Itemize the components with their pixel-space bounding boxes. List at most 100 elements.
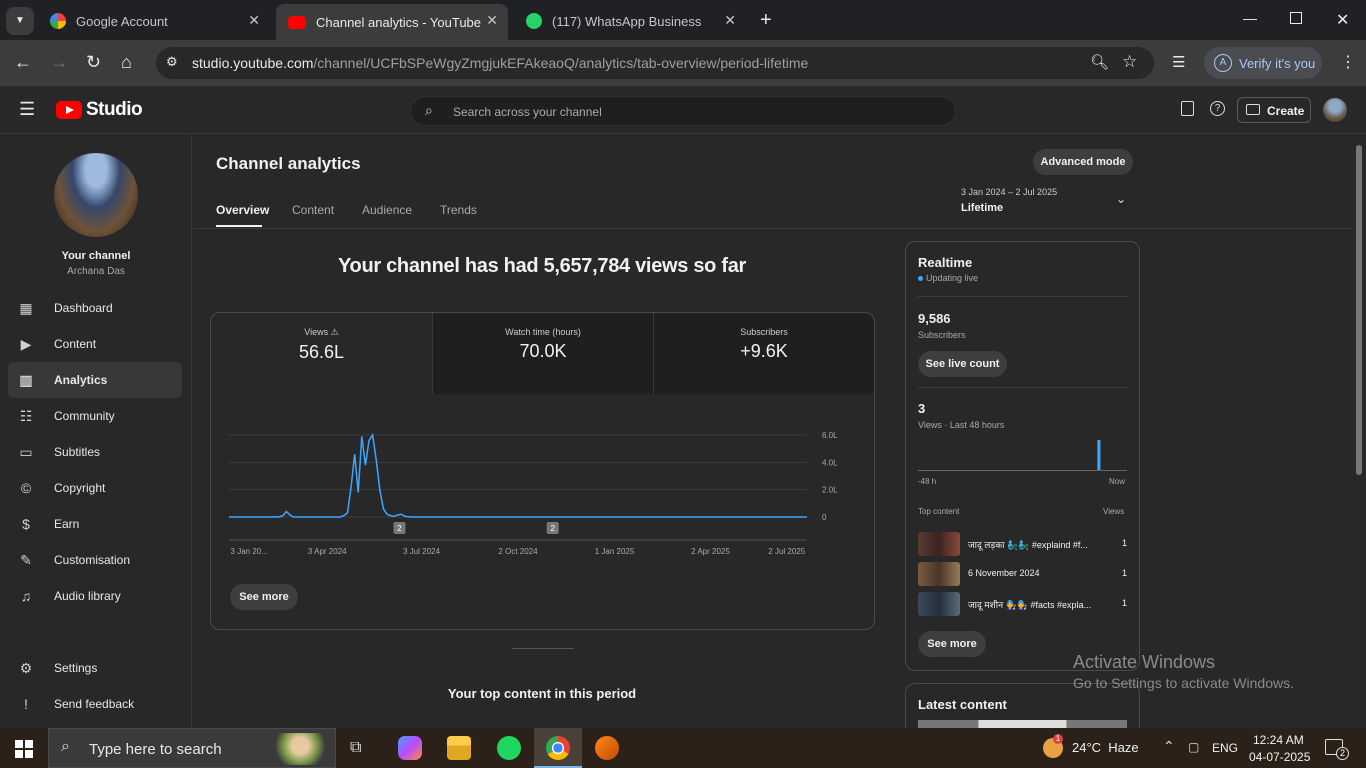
create-label: Create [1267, 104, 1305, 118]
messages-icon[interactable] [1181, 101, 1194, 116]
live-status: Updating live [918, 273, 978, 283]
tab-overview[interactable]: Overview [216, 203, 269, 217]
realtime-views-bar-chart[interactable] [918, 435, 1127, 471]
close-icon[interactable]: ✕ [724, 12, 736, 29]
weather-text[interactable]: 24°C Haze [1072, 740, 1139, 755]
clock-time[interactable]: 12:24 AM [1253, 733, 1304, 747]
studio-logo[interactable]: Studio [56, 99, 143, 120]
sidebar-item-community[interactable]: ☷ Community [8, 398, 182, 434]
video-title: 6 November 2024 [968, 568, 1040, 578]
sidebar-item-copyright[interactable]: © Copyright [8, 470, 182, 506]
window-close-icon[interactable]: ✕ [1336, 10, 1349, 30]
divider [918, 296, 1127, 297]
realtime-see-more-button[interactable]: See more [918, 631, 986, 657]
sidebar-item-customisation[interactable]: ✎ Customisation [8, 542, 182, 578]
analytics-icon: ▥ [19, 371, 33, 388]
file-explorer-icon[interactable] [447, 736, 471, 760]
sidebar-item-content[interactable]: ▶ Content [8, 326, 182, 362]
zoom-icon[interactable]: 🔍︎ [1090, 53, 1109, 71]
sidebar-item-earn[interactable]: $ Earn [8, 506, 182, 542]
chevron-down-icon: ⌄ [1116, 192, 1127, 206]
subtitles-icon: ▭ [19, 443, 33, 460]
reload-icon[interactable]: ↻ [86, 52, 101, 73]
close-icon[interactable]: ✕ [486, 12, 498, 29]
url-host: studio.youtube.com [192, 55, 314, 71]
copilot-icon[interactable] [398, 736, 422, 760]
divider [918, 387, 1127, 388]
sidebar-item-audio-library[interactable]: ♫ Audio library [8, 578, 182, 614]
spark-end-label: Now [1109, 477, 1126, 486]
video-views: 1 [1122, 538, 1128, 548]
activate-windows-watermark: Activate Windows Go to Settings to activ… [1073, 652, 1294, 691]
network-icon[interactable]: ▢ [1188, 740, 1199, 754]
views-line-chart[interactable]: 6.0L 4.0L 2.0L 0 2 2 3 Jan 20... 3 Apr 2024 3 Ju… [211, 413, 874, 573]
top-content-item[interactable]: 6 November 2024 1 [918, 562, 1127, 586]
y-tick-label: 6.0L [822, 431, 838, 440]
top-content-item[interactable]: जादू मशीन 🧑‍🔧🧑‍🔧 #facts #expla... 1 [918, 592, 1127, 616]
windows-start-icon[interactable] [15, 740, 33, 758]
sidebar-item-send-feedback[interactable]: ! Send feedback [8, 686, 182, 722]
latest-content-title: Latest content [918, 697, 1007, 712]
browser-tab-channel-analytics[interactable]: Channel analytics - YouTube Stu ✕ [276, 4, 508, 40]
page-scrollbar[interactable] [1356, 145, 1362, 475]
new-tab-icon[interactable]: + [760, 9, 772, 32]
verify-profile-button[interactable]: A Verify it's you [1204, 47, 1322, 79]
tab-content[interactable]: Content [292, 203, 334, 217]
sidebar-item-analytics[interactable]: ▥ Analytics [8, 362, 182, 398]
address-bar[interactable]: ⚙ studio.youtube.com/channel/UCFbSPeWgyZ… [156, 47, 1154, 79]
views-column-label: Views [1103, 507, 1125, 516]
chrome-taskbar-button[interactable] [534, 728, 582, 768]
minimize-icon[interactable]: — [1243, 10, 1257, 26]
help-icon[interactable]: ? [1210, 101, 1225, 116]
see-more-button[interactable]: See more [230, 584, 298, 610]
tab-search-button[interactable]: ▼ [6, 7, 34, 35]
hamburger-menu-icon[interactable]: ☰ [19, 99, 35, 120]
tab-audience[interactable]: Audience [362, 203, 412, 217]
tab-trends[interactable]: Trends [440, 203, 477, 217]
tray-chevron-up-icon[interactable]: ⌃ [1163, 738, 1175, 755]
create-button[interactable]: Create [1237, 97, 1311, 123]
spotify-icon[interactable] [497, 736, 521, 760]
search-icon: ⌕ [61, 738, 70, 755]
x-tick-label: 3 Jan 20... [231, 547, 268, 556]
home-icon[interactable]: ⌂ [121, 52, 132, 73]
channel-avatar[interactable] [54, 153, 138, 237]
back-icon[interactable]: ← [14, 52, 32, 73]
customisation-icon: ✎ [20, 551, 32, 568]
sidebar-item-subtitles[interactable]: ▭ Subtitles [8, 434, 182, 470]
close-icon[interactable]: ✕ [248, 12, 260, 29]
top-content-item[interactable]: जादू लड़का 🧞‍♂️🧞‍♂️ #explaind #f... 1 [918, 532, 1127, 556]
period-selector[interactable]: 3 Jan 2024 – 2 Jul 2025 Lifetime ⌄ [961, 187, 1133, 217]
metric-subscribers[interactable]: Subscribers +9.6K [653, 313, 874, 394]
bookmark-star-icon[interactable]: ☆ [1122, 52, 1137, 72]
reading-list-icon[interactable]: ☰ [1172, 53, 1185, 71]
task-view-icon[interactable]: ⧉ [350, 739, 361, 757]
metric-views[interactable]: Views ⚠ 56.6L [211, 313, 432, 394]
sidebar-item-label: Analytics [54, 373, 108, 387]
forward-icon[interactable]: → [50, 52, 68, 73]
restore-icon[interactable] [1290, 12, 1302, 24]
live-dot-icon [918, 276, 923, 281]
sidebar-item-settings[interactable]: ⚙ Settings [8, 650, 182, 686]
menu-dots-icon[interactable]: ⋮ [1340, 52, 1356, 72]
content-icon: ▶ [20, 335, 32, 352]
see-live-count-button[interactable]: See live count [918, 351, 1007, 377]
browser-tab-google-account[interactable]: Google Account ✕ [38, 6, 270, 36]
channel-search-input[interactable]: ⌕ Search across your channel [410, 96, 956, 126]
site-info-icon[interactable]: ⚙ [166, 54, 178, 70]
account-avatar[interactable] [1323, 98, 1347, 122]
taskbar-search-input[interactable]: ⌕ Type here to search [48, 728, 336, 768]
realtime-views-value: 3 [918, 401, 926, 416]
y-tick-label: 0 [822, 513, 827, 522]
metric-watch-time[interactable]: Watch time (hours) 70.0K [432, 313, 653, 394]
clock-date[interactable]: 04-07-2025 [1249, 750, 1310, 764]
page-title: Channel analytics [216, 154, 361, 173]
weather-badge: 1 [1053, 734, 1063, 744]
realtime-subscribers-label: Subscribers [918, 330, 966, 340]
browser-tab-whatsapp[interactable]: (117) WhatsApp Business ✕ [514, 6, 746, 36]
advanced-mode-button[interactable]: Advanced mode [1033, 149, 1133, 175]
sidebar-item-label: Settings [54, 661, 98, 675]
fl-studio-icon[interactable] [595, 736, 619, 760]
sidebar-item-dashboard[interactable]: ▦ Dashboard [8, 290, 182, 326]
language-indicator[interactable]: ENG [1212, 741, 1238, 755]
